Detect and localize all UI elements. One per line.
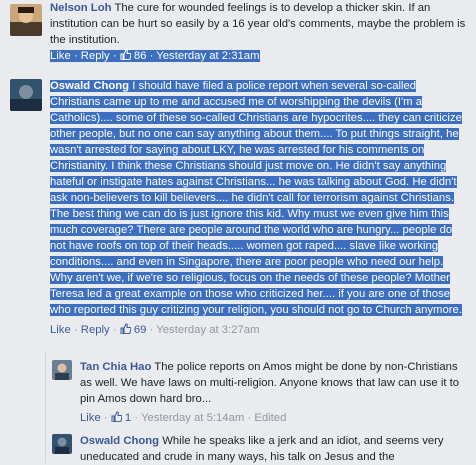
like-count[interactable]: 86 — [134, 50, 147, 62]
comment-body: I should have filed a police report when… — [50, 80, 462, 316]
comment-actions: Like · Reply · 86 · Yesterday at 2:31am — [50, 49, 260, 62]
comment-timestamp[interactable]: Yesterday at 5:14am — [141, 412, 244, 424]
avatar[interactable] — [52, 360, 72, 380]
comment-text: Nelson Loh The cure for wounded feelings… — [50, 0, 470, 48]
avatar[interactable] — [10, 4, 42, 36]
comment-timestamp[interactable]: Yesterday at 2:31am — [156, 50, 259, 62]
comment-author[interactable]: Oswald Chong — [80, 435, 159, 447]
comment-text: Oswald Chong I should have filed a polic… — [50, 78, 466, 318]
comment-author[interactable]: Oswald Chong — [50, 80, 129, 92]
thumbs-up-icon — [120, 49, 131, 60]
comment-text: Oswald Chong While he speaks like a jerk… — [80, 433, 470, 465]
avatar[interactable] — [52, 434, 72, 454]
edited-label[interactable]: Edited — [254, 412, 286, 424]
comment-author[interactable]: Nelson Loh — [50, 2, 112, 14]
like-link[interactable]: Like — [50, 324, 71, 336]
reply-link[interactable]: Reply — [81, 324, 110, 336]
comment-body: The cure for wounded feelings is to deve… — [50, 2, 466, 46]
comment-text: Tan Chia Hao The police reports on Amos … — [80, 359, 470, 407]
like-count[interactable]: 69 — [134, 324, 147, 336]
like-count[interactable]: 1 — [125, 412, 131, 424]
comment-timestamp[interactable]: Yesterday at 3:27am — [156, 324, 259, 336]
reply-link[interactable]: Reply — [81, 50, 110, 62]
comment-author[interactable]: Tan Chia Hao — [80, 361, 151, 373]
reply-thread-divider — [45, 351, 46, 463]
comment-actions: Like · 1 · Yesterday at 5:14am · Edited — [80, 411, 287, 424]
like-link[interactable]: Like — [50, 50, 71, 62]
like-link[interactable]: Like — [80, 412, 101, 424]
comment-actions: Like · Reply · 69 · Yesterday at 3:27am — [50, 323, 260, 336]
thumbs-up-icon — [111, 411, 122, 422]
thumbs-up-icon — [120, 323, 131, 334]
avatar[interactable] — [10, 79, 42, 111]
